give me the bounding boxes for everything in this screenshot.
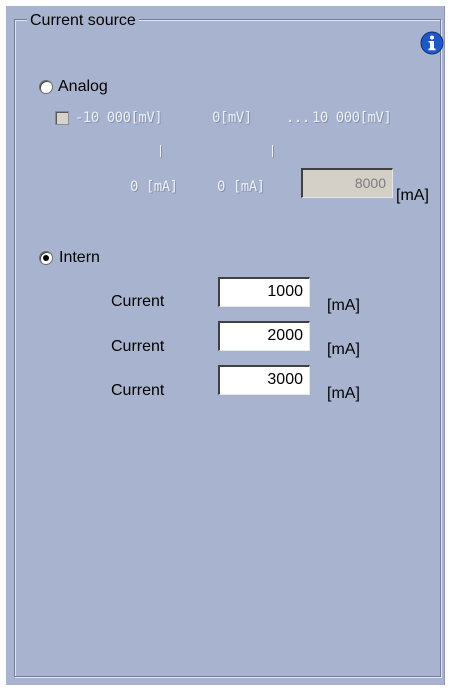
window-frame: Current source Analog -10 000[mV] 0[mV] … [0,0,453,692]
current-label-2: Current [111,338,165,355]
mid-ma: 0 [mA] [217,179,265,195]
range-mid-mv: 0[mV] [212,110,252,126]
current-unit-2: [mA] [327,341,360,358]
intern-label: Intern [59,249,100,266]
analog-radio[interactable] [39,80,53,94]
range-low-mv: -10 000[mV] [75,110,163,126]
current-unit-3: [mA] [327,385,360,402]
analog-checkbox[interactable] [55,111,69,125]
group-title: Current source [27,12,139,30]
info-icon[interactable] [420,31,444,55]
current-unit-1: [mA] [327,297,360,314]
radio-selected-dot [43,255,49,261]
range-low-tick [160,145,161,157]
current-field-2[interactable]: 2000 [218,321,310,351]
analog-label: Analog [58,78,108,95]
low-ma: 0 [mA] [130,179,178,195]
analog-max-field: 8000 [301,168,393,198]
intern-radio[interactable] [39,251,53,265]
current-label-3: Current [111,382,165,399]
range-mid-tick [272,145,273,157]
analog-unit: [mA] [396,187,429,204]
range-high-mv: 10 000[mV] [312,110,392,126]
current-field-3[interactable]: 3000 [218,365,310,395]
current-label-1: Current [111,293,165,310]
current-field-1[interactable]: 1000 [218,277,310,307]
range-ellipsis: ... [286,110,310,126]
